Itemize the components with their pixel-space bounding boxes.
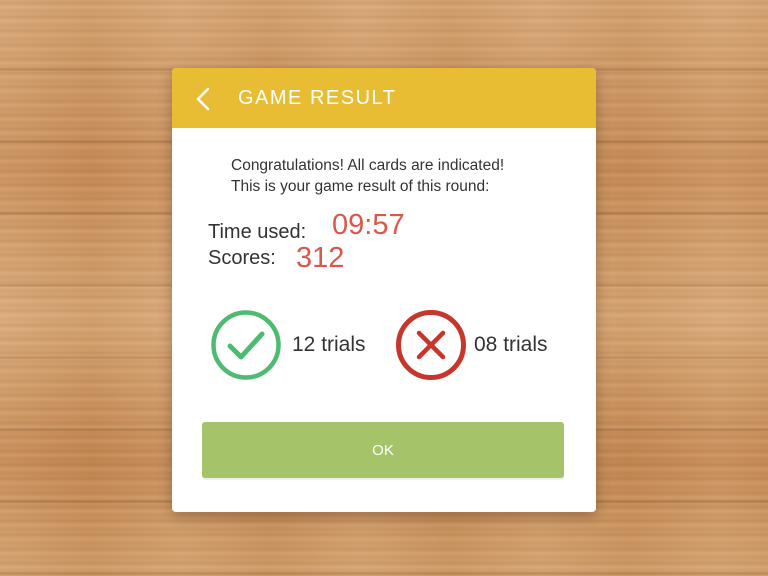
game-result-dialog: GAME RESULT Congratulations! All cards a… xyxy=(172,68,596,512)
wrong-trials-label: 08 trials xyxy=(474,333,548,356)
x-circle-icon xyxy=(396,310,466,380)
dialog-title: GAME RESULT xyxy=(238,87,397,109)
scores-label: Scores: xyxy=(208,247,276,269)
time-used-value: 09:57 xyxy=(332,209,405,241)
check-circle-icon xyxy=(211,310,281,380)
chevron-left-icon[interactable] xyxy=(192,86,216,112)
scores-value: 312 xyxy=(296,242,345,274)
result-message: Congratulations! All cards are indicated… xyxy=(231,155,504,197)
dialog-header: GAME RESULT xyxy=(172,68,596,128)
message-line-2: This is your game result of this round: xyxy=(231,178,490,195)
ok-button[interactable]: OK xyxy=(202,422,564,478)
message-line-1: Congratulations! All cards are indicated… xyxy=(231,157,505,174)
time-used-label: Time used: xyxy=(208,221,307,243)
correct-trials-label: 12 trials xyxy=(292,333,366,356)
